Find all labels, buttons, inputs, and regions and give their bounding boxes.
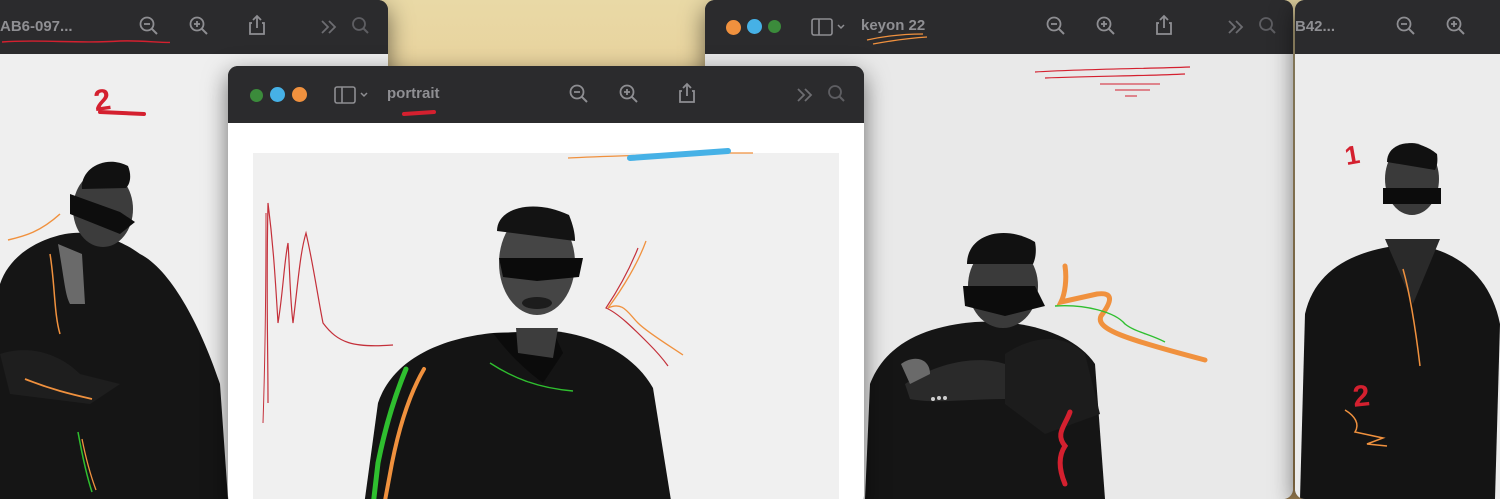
titlebar[interactable]: portrait [228, 66, 864, 123]
window-far-right[interactable]: B42... 1 2 [1295, 0, 1500, 499]
window-title: AB6-097... [0, 18, 73, 35]
sidebar-icon[interactable] [334, 84, 370, 106]
share-icon[interactable] [246, 14, 268, 36]
share-icon[interactable] [676, 82, 698, 104]
window-title: B42... [1295, 18, 1336, 35]
titlebar[interactable]: B42... [1295, 0, 1500, 54]
zoom-in-icon[interactable] [618, 83, 640, 105]
search-icon[interactable] [350, 15, 372, 37]
sidebar-icon[interactable] [811, 16, 847, 38]
markup-number-2: 2 [1351, 379, 1372, 414]
titlebar[interactable]: keyon 22 [705, 0, 1293, 54]
search-icon[interactable] [1257, 15, 1279, 37]
share-icon[interactable] [1153, 14, 1175, 36]
more-chevron-icon[interactable] [318, 16, 340, 38]
more-chevron-icon[interactable] [794, 84, 816, 106]
zoom-out-icon[interactable] [138, 15, 160, 37]
window-portrait[interactable]: portrait [228, 66, 864, 499]
titlebar[interactable]: AB6-097... [0, 0, 388, 54]
tag-orange[interactable] [726, 20, 741, 35]
tag-green[interactable] [250, 89, 263, 102]
zoom-in-icon[interactable] [1445, 15, 1467, 37]
zoom-out-icon[interactable] [1045, 15, 1067, 37]
image-viewport: 1 2 [1295, 54, 1500, 499]
tag-orange[interactable] [292, 87, 307, 102]
tag-green[interactable] [768, 20, 781, 33]
zoom-out-icon[interactable] [568, 83, 590, 105]
zoom-in-icon[interactable] [1095, 15, 1117, 37]
more-chevron-icon[interactable] [1225, 16, 1247, 38]
window-title: keyon 22 [861, 17, 926, 34]
image-viewport [228, 123, 864, 499]
tag-blue[interactable] [747, 19, 762, 34]
zoom-in-icon[interactable] [188, 15, 210, 37]
photo-man-standing [1295, 54, 1500, 499]
photo-portrait [253, 153, 839, 499]
window-title: portrait [387, 85, 440, 102]
search-icon[interactable] [826, 83, 848, 105]
tag-blue[interactable] [270, 87, 285, 102]
zoom-out-icon[interactable] [1395, 15, 1417, 37]
